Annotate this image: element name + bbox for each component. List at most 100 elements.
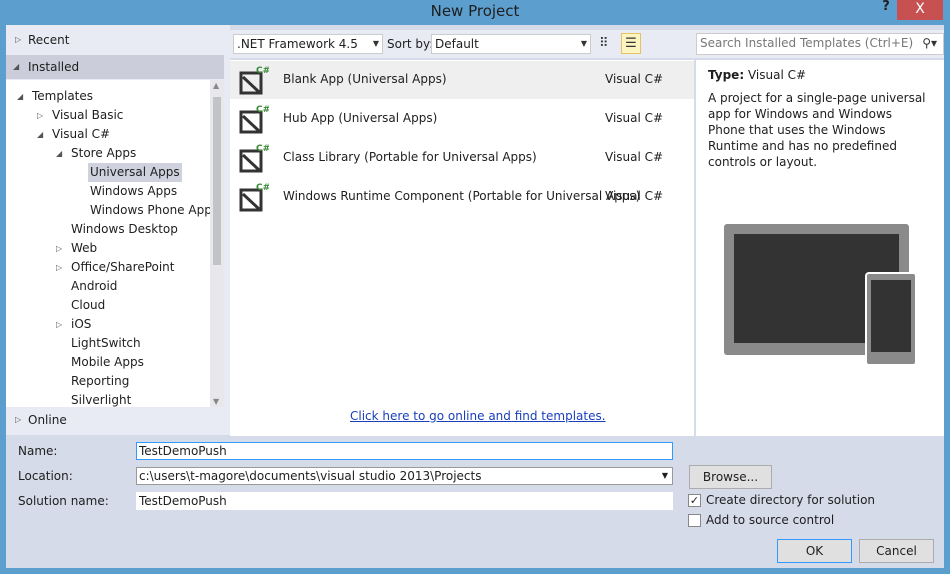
tree-item-label: Office/SharePoint xyxy=(71,260,175,274)
tree-item[interactable]: Android xyxy=(71,277,117,296)
create-directory-label: Create directory for solution xyxy=(706,493,876,507)
svg-text:C#: C# xyxy=(256,183,269,193)
svg-text:C#: C# xyxy=(256,66,269,76)
tree-item-label: Mobile Apps xyxy=(71,355,144,369)
tree-item[interactable]: ◢ Store Apps xyxy=(56,144,137,163)
tree-item-label: Windows Apps xyxy=(90,184,178,198)
location-value: c:\users\t-magore\documents\visual studi… xyxy=(139,469,482,483)
tree-item-label: Universal Apps xyxy=(90,165,180,179)
tree-item[interactable]: Cloud xyxy=(71,296,105,315)
tree-item[interactable]: LightSwitch xyxy=(71,334,141,353)
help-button[interactable]: ? xyxy=(876,0,896,20)
location-dropdown[interactable]: c:\users\t-magore\documents\visual studi… xyxy=(136,467,673,485)
template-row[interactable]: C# Hub App (Universal Apps) Visual C# xyxy=(230,100,694,138)
recent-label: Recent xyxy=(28,33,70,47)
location-label: Location: xyxy=(18,469,73,483)
template-icon: C# xyxy=(239,66,269,95)
tree-item[interactable]: Universal Apps xyxy=(88,163,182,182)
template-icon: C# xyxy=(239,105,269,134)
scroll-down-icon[interactable]: ▼ xyxy=(213,397,219,406)
installed-node[interactable]: ◢ Installed xyxy=(6,55,224,79)
tree-item-label: Windows Phone Apps xyxy=(90,203,219,217)
tree-item-label: Windows Desktop xyxy=(71,222,178,236)
chevron-down-icon: ▼ xyxy=(661,471,668,480)
tree-item-label: Web xyxy=(71,241,98,255)
create-directory-checkbox[interactable]: ✓ xyxy=(688,494,701,507)
framework-value: .NET Framework 4.5 xyxy=(237,37,358,51)
scroll-up-icon[interactable]: ▲ xyxy=(213,81,219,90)
tree-item[interactable]: ◢ Templates xyxy=(17,87,94,106)
list-view-button[interactable]: ☰ xyxy=(621,33,641,54)
svg-text:C#: C# xyxy=(256,105,269,115)
tree-item[interactable]: ▷ iOS xyxy=(56,315,92,334)
browse-button[interactable]: Browse... xyxy=(689,465,772,489)
tree-item[interactable]: Mobile Apps xyxy=(71,353,144,372)
tree-item-label: Visual Basic xyxy=(52,108,124,122)
installed-label: Installed xyxy=(28,60,80,74)
ok-button[interactable]: OK xyxy=(777,539,852,563)
tree-item-label: Store Apps xyxy=(71,146,137,160)
type-label: Type: xyxy=(708,68,745,82)
window-title: New Project xyxy=(430,2,520,20)
template-row[interactable]: C# Windows Runtime Component (Portable fo… xyxy=(230,178,694,216)
recent-node[interactable]: ▷ Recent xyxy=(6,28,224,52)
template-icon: C# xyxy=(239,144,269,173)
scrollbar-thumb[interactable] xyxy=(213,97,221,265)
expand-icon[interactable]: ▷ xyxy=(56,258,62,277)
template-row[interactable]: C# Class Library (Portable for Universal … xyxy=(230,139,694,177)
online-node[interactable]: ▷ Online xyxy=(6,408,224,432)
sort-dropdown[interactable]: Default ▼ xyxy=(431,34,591,54)
name-input[interactable]: TestDemoPush xyxy=(136,442,673,460)
expand-icon[interactable]: ▷ xyxy=(56,315,62,334)
template-row[interactable]: C# Blank App (Universal Apps) Visual C# xyxy=(230,61,694,99)
search-icon: ⚲▾ xyxy=(922,36,937,50)
expand-icon: ▷ xyxy=(15,415,22,424)
type-value: Visual C# xyxy=(747,68,807,82)
tree-item-label: Android xyxy=(71,279,118,293)
small-icons-view-button[interactable]: ⠿ xyxy=(599,35,615,53)
close-button[interactable]: X xyxy=(897,0,943,20)
source-control-checkbox[interactable] xyxy=(688,514,701,527)
expand-icon: ▷ xyxy=(15,35,22,44)
chevron-down-icon: ▼ xyxy=(580,39,587,48)
tree-item[interactable]: Windows Apps xyxy=(90,182,177,201)
expand-icon[interactable]: ▷ xyxy=(56,239,62,258)
toolbar: .NET Framework 4.5 ▼ Sort by: Default ▼ ⠿ … xyxy=(230,30,944,58)
universal-app-preview-icon xyxy=(724,224,917,366)
tree-item-label: Cloud xyxy=(71,298,106,312)
collapse-icon[interactable]: ◢ xyxy=(37,125,43,144)
solution-name-label: Solution name: xyxy=(18,494,109,508)
tree-item[interactable]: Silverlight xyxy=(71,391,131,407)
name-label: Name: xyxy=(18,444,58,458)
tree-item[interactable]: Reporting xyxy=(71,372,129,391)
expand-icon[interactable]: ▷ xyxy=(37,106,43,125)
online-templates-link[interactable]: Click here to go online and find templat… xyxy=(350,409,606,423)
tree-item[interactable]: ◢ Visual C# xyxy=(37,125,111,144)
tree-item[interactable]: ▷ Web xyxy=(56,239,98,258)
template-name: Blank App (Universal Apps) xyxy=(283,72,447,86)
sort-value: Default xyxy=(435,37,479,51)
template-name: Windows Runtime Component (Portable for … xyxy=(283,189,641,203)
tree-item-label: LightSwitch xyxy=(71,336,141,350)
tree-item[interactable]: ▷ Office/SharePoint xyxy=(56,258,175,277)
tree-item-label: Templates xyxy=(32,89,94,103)
sort-label: Sort by: xyxy=(387,37,434,51)
template-language: Visual C# xyxy=(605,72,664,86)
details-panel: Type: Visual C# A project for a single-p… xyxy=(696,60,944,436)
online-label: Online xyxy=(28,413,67,427)
template-language: Visual C# xyxy=(605,111,664,125)
search-input[interactable]: Search Installed Templates (Ctrl+E) ⚲▾ xyxy=(696,33,944,55)
cancel-button[interactable]: Cancel xyxy=(859,539,934,563)
collapse-icon[interactable]: ◢ xyxy=(56,144,62,163)
tree-item-label: Visual C# xyxy=(52,127,111,141)
source-control-label: Add to source control xyxy=(706,513,835,527)
tree-item-label: iOS xyxy=(71,317,92,331)
tree-item[interactable]: Windows Desktop xyxy=(71,220,178,239)
solution-name-input[interactable]: TestDemoPush xyxy=(136,492,673,510)
tree-item[interactable]: ▷ Visual Basic xyxy=(37,106,124,125)
tree-item[interactable]: Windows Phone Apps xyxy=(90,201,218,220)
template-name: Class Library (Portable for Universal Ap… xyxy=(283,150,537,164)
framework-dropdown[interactable]: .NET Framework 4.5 ▼ xyxy=(233,34,383,54)
search-placeholder: Search Installed Templates (Ctrl+E) xyxy=(700,36,914,50)
collapse-icon[interactable]: ◢ xyxy=(17,87,23,106)
